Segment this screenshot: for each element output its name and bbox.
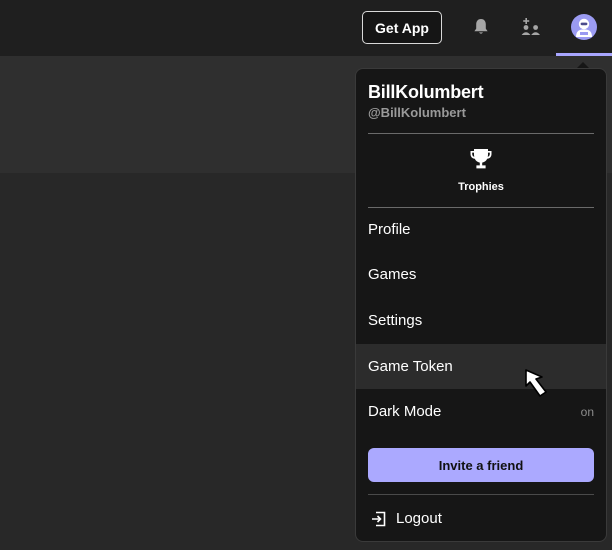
logout-icon [372,511,386,527]
menu-item-label: Games [368,266,417,283]
avatar [571,13,597,40]
menu-item-dark-mode[interactable]: Dark Mode on [356,389,606,434]
divider [368,133,594,134]
trophies-link[interactable]: Trophies [368,139,594,201]
menu-item-settings[interactable]: Settings [356,298,606,343]
menu-item-profile[interactable]: Profile [356,207,606,252]
logout-button[interactable]: Logout [356,501,606,535]
menu-item-label: Profile [368,221,411,238]
get-app-button[interactable]: Get App [362,11,442,44]
menu-item-games[interactable]: Games [356,252,606,297]
logout-label: Logout [396,510,442,527]
menu-item-label: Settings [368,312,423,329]
avatar-button[interactable] [556,0,612,56]
bell-icon[interactable] [469,14,493,40]
account-dropdown: BillKolumbert @BillKolumbert Trophies Pr… [355,68,607,542]
trophies-label: Trophies [458,181,504,193]
add-friend-icon[interactable] [519,14,543,40]
trophy-icon [470,149,492,169]
user-handle: @BillKolumbert [368,105,466,120]
invite-friend-button[interactable]: Invite a friend [368,448,594,482]
menu-item-label: Game Token [368,358,453,375]
divider [368,494,594,495]
menu-item-label: Dark Mode [368,403,442,420]
top-bar: Get App [0,0,612,56]
user-display-name: BillKolumbert [368,82,484,102]
menu-item-game-token[interactable]: Game Token [356,344,606,389]
dark-mode-toggle[interactable]: on [581,405,594,419]
